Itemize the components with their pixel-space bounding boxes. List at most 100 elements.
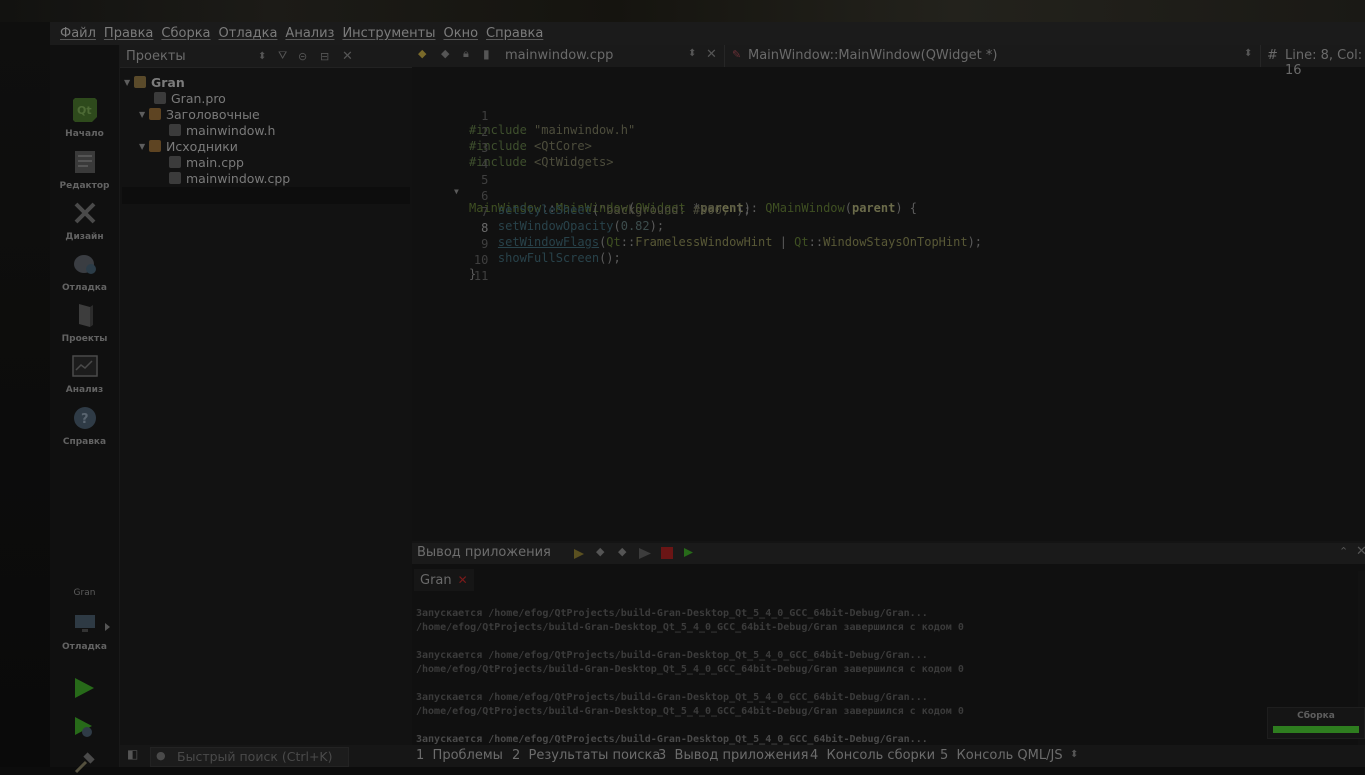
editor-toolbar: ◆ ◆ 🔒︎ ▮ mainwindow.cpp ⬍ ✕ ✎ MainWindow… <box>412 45 1365 78</box>
mode-help[interactable]: ? Справка <box>50 405 119 447</box>
design-icon <box>74 202 95 224</box>
output-line: /home/efog/QtProjects/build-Gran-Desktop… <box>416 664 964 675</box>
mode-editor[interactable]: Редактор <box>50 149 119 191</box>
kit-selector[interactable]: Отладка <box>50 610 119 652</box>
divider <box>1260 45 1261 67</box>
close-pane-icon[interactable]: ✕ <box>1356 544 1365 559</box>
tree-item-sources[interactable]: ▼ Исходники <box>139 138 238 154</box>
file-icon <box>154 92 166 104</box>
analyze-icon <box>71 355 98 377</box>
code-line-5: 5 ▼ MainWindow::MainWindow(QWidget *pare… <box>454 173 918 215</box>
output-title: Вывод приложения <box>417 545 551 560</box>
build-progress-fill <box>1273 726 1359 733</box>
mode-welcome[interactable]: Qt Начало <box>50 97 119 139</box>
stop-icon[interactable] <box>661 547 673 559</box>
code-line-11: 11 <box>473 269 489 283</box>
mode-analyze[interactable]: Анализ <box>50 353 119 395</box>
mode-projects[interactable]: Проекты <box>50 302 119 344</box>
build-hammer-button[interactable] <box>72 751 96 775</box>
tab-application-output[interactable]: 3 Вывод приложения <box>658 748 808 763</box>
tree-item-mainwindow-h[interactable]: mainwindow.h <box>169 122 275 138</box>
filter-icon[interactable]: ⛛ <box>278 49 287 63</box>
code-line-7: 7 setWindowOpacity(0.82); <box>481 205 665 233</box>
build-progress-widget[interactable]: Сборка <box>1267 707 1365 739</box>
tab-search-results[interactable]: 2 Результаты поиска <box>512 748 660 763</box>
editor-icon <box>74 151 95 173</box>
run-debug-button[interactable] <box>72 715 96 739</box>
tree-item-mainwindow-cpp[interactable]: mainwindow.cpp <box>169 170 290 186</box>
menu-debug[interactable]: Отладка <box>219 26 278 41</box>
locator-input[interactable]: ● Быстрый поиск (Ctrl+K) <box>150 747 349 767</box>
rerun-icon[interactable] <box>572 547 586 560</box>
tree-item-main-cpp[interactable]: main.cpp <box>169 154 244 170</box>
split-icon[interactable]: ⊟ <box>320 50 329 63</box>
file-icon <box>169 124 181 136</box>
menu-build[interactable]: Сборка <box>161 26 210 41</box>
next-item-icon[interactable]: ◆ <box>618 545 626 558</box>
menu-bar: Файл Правка Сборка Отладка Анализ Инстру… <box>50 22 1365 45</box>
application-output-pane: Вывод приложения ◆ ◆ ⌃ ✕ Gran ✕ Запускае… <box>412 543 1365 755</box>
file-dropdown-icon[interactable]: ⬍ <box>688 48 696 59</box>
run-button[interactable] <box>72 676 96 700</box>
desktop-background-top <box>0 0 1365 22</box>
build-progress-label: Сборка <box>1297 711 1335 721</box>
hash-icon: # <box>1267 48 1278 63</box>
code-line-8: 8 setWindowFlags(Qt::FramelessWindowHint… <box>481 221 983 249</box>
back-icon[interactable]: ◆ <box>418 47 426 60</box>
prev-item-icon[interactable]: ◆ <box>596 545 604 558</box>
mode-design[interactable]: Дизайн <box>50 200 119 242</box>
qt-creator-window: Файл Правка Сборка Отладка Анализ Инстру… <box>50 22 1365 774</box>
menu-tools[interactable]: Инструменты <box>342 26 435 41</box>
code-line-3: 3 #include <QtWidgets> <box>469 141 614 169</box>
qt-logo-icon: Qt <box>72 98 97 122</box>
expand-arrow-icon: ▼ <box>139 109 146 119</box>
close-tab-icon[interactable]: ✕ <box>458 573 468 587</box>
svg-text:Qt: Qt <box>77 104 92 117</box>
tab-qml-console[interactable]: 5 Консоль QML/JS <box>940 748 1063 763</box>
menu-window[interactable]: Окно <box>443 26 478 41</box>
code-line-1: 1 #include "mainwindow.h" <box>469 109 636 137</box>
code-line-4: 4 <box>481 157 489 171</box>
mode-debug[interactable]: Отладка <box>50 251 119 293</box>
file-icon <box>169 156 181 168</box>
kit-arrow-icon <box>105 623 110 631</box>
code-editor[interactable]: ◆ ◆ 🔒︎ ▮ mainwindow.cpp ⬍ ✕ ✎ MainWindow… <box>412 45 1365 541</box>
tree-item-project[interactable]: ▼ Gran <box>124 74 185 90</box>
sync-link-icon[interactable]: ⊝ <box>298 50 307 63</box>
run-icon[interactable] <box>638 547 652 560</box>
symbol-selector[interactable]: MainWindow::MainWindow(QWidget *) <box>748 48 997 63</box>
close-panel-icon[interactable]: ✕ <box>342 49 353 64</box>
debug-icon <box>73 255 96 274</box>
output-tab-gran[interactable]: Gran ✕ <box>414 569 474 591</box>
menu-help[interactable]: Справка <box>486 26 543 41</box>
folder-icon <box>149 140 161 152</box>
code-line-6: 6 setStyleSheet("background: #000;"); <box>481 189 751 217</box>
symbol-dropdown-icon[interactable]: ⬍ <box>1244 48 1252 59</box>
attach-debugger-icon[interactable] <box>682 546 696 560</box>
expand-arrow-icon: ▼ <box>124 77 131 87</box>
output-line: Запускается /home/efog/QtProjects/build-… <box>416 734 928 745</box>
updown-icon[interactable]: ⬍ <box>258 51 266 62</box>
search-icon: ● <box>156 749 166 762</box>
output-line: /home/efog/QtProjects/build-Gran-Desktop… <box>416 622 964 633</box>
menu-file[interactable]: Файл <box>60 26 96 41</box>
file-selector[interactable]: mainwindow.cpp <box>505 48 613 63</box>
menu-analyze[interactable]: Анализ <box>285 26 334 41</box>
output-line: Запускается /home/efog/QtProjects/build-… <box>416 692 928 703</box>
maximize-icon[interactable]: ⌃ <box>1339 545 1348 558</box>
toggle-sidebar-icon[interactable]: ◧ <box>127 747 138 761</box>
menu-edit[interactable]: Правка <box>104 26 153 41</box>
tree-item-pro-file[interactable]: Gran.pro <box>154 90 226 106</box>
tab-issues[interactable]: 1 Проблемы <box>416 748 503 763</box>
projects-view-selector[interactable]: Проекты <box>126 49 186 64</box>
code-line-10: 10 } <box>469 253 489 281</box>
forward-icon[interactable]: ◆ <box>441 47 449 60</box>
code-line-9: 9 showFullScreen(); <box>481 237 621 265</box>
tree-item-headers[interactable]: ▼ Заголовочные <box>139 106 260 122</box>
close-file-icon[interactable]: ✕ <box>706 47 717 62</box>
tab-compile-output[interactable]: 4 Консоль сборки <box>810 748 935 763</box>
more-tabs-icon[interactable]: ⬍ <box>1070 749 1078 760</box>
projects-panel: Проекты ⬍ ⛛ ⊝ ⊟ ✕ ▼ Gran Gran.pro ▼ Заго… <box>120 45 412 767</box>
selected-row-highlight <box>122 187 410 204</box>
cursor-position[interactable]: Line: 8, Col: 16 <box>1285 48 1365 78</box>
